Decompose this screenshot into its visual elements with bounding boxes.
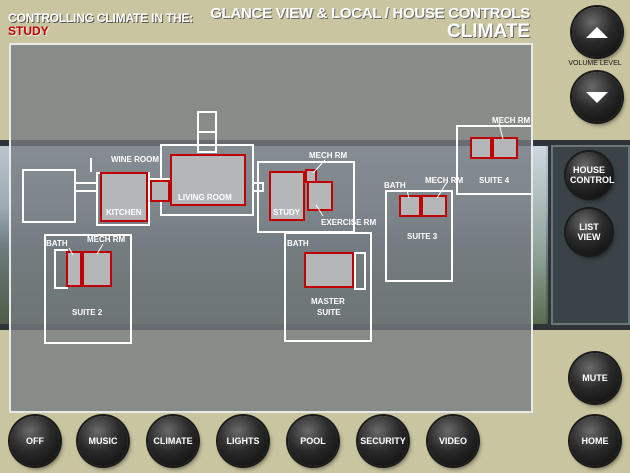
exercise-room[interactable] [307,181,333,211]
volume-down-button[interactable] [572,72,622,122]
home-label: HOME [581,436,609,446]
corridor-1 [74,182,98,192]
suite4-bath-room[interactable] [470,137,492,159]
volume-level-label: VOLUME LEVEL [568,60,622,67]
controlling-label: CONTROLLING CLIMATE IN THE: [8,11,194,25]
mute-label: MUTE [582,373,608,383]
label-master-line1: MASTER [311,297,345,306]
nav-music-button[interactable]: MUSIC [78,416,128,466]
volume-up-button[interactable] [572,7,622,57]
label-study: STUDY [273,208,301,217]
suite3-bath-room[interactable] [399,195,421,217]
nav-lights-button[interactable]: LIGHTS [218,416,268,466]
suite2-mech-room[interactable] [82,251,112,287]
nav-video-button[interactable]: VIDEO [428,416,478,466]
label-bath-master: BATH [287,239,309,248]
list-view-label: LIST VIEW [577,222,601,242]
label-mech-rm-study: MECH RM [309,151,348,160]
label-bath-suite3: BATH [384,181,406,190]
label-kitchen: KITCHEN [106,208,142,217]
entry-room[interactable] [22,169,76,223]
nav-music-label: MUSIC [88,436,118,446]
label-bath-suite2: BATH [46,239,68,248]
house-control-button[interactable]: HOUSE CONTROL [566,152,615,198]
nav-lights-label: LIGHTS [226,436,260,446]
label-suite3: SUITE 3 [407,232,438,241]
page-title: CLIMATE [446,21,530,42]
nav-security-button[interactable]: SECURITY [358,416,408,466]
arrow-up-icon [586,26,608,38]
tower-bottom [197,131,217,153]
nav-security-label: SECURITY [360,436,406,446]
floor-plan-panel: WINE ROOM KITCHEN LIVING ROOM STUDY MECH… [9,43,534,413]
nav-off-label: OFF [26,436,44,446]
master-suite-room[interactable] [304,252,354,288]
suite2-bath-outline [54,249,68,289]
wine-room[interactable] [150,180,170,202]
label-suite4: SUITE 4 [479,176,510,185]
suite4-mech-room[interactable] [492,137,518,159]
house-control-label: HOUSE CONTROL [570,165,615,185]
suite2-bath-room[interactable] [66,251,82,287]
arrow-down-icon [586,91,608,103]
nav-video-label: VIDEO [438,436,467,446]
nav-climate-button[interactable]: CLIMATE [148,416,198,466]
current-room-label: STUDY [8,24,49,38]
view-title: GLANCE VIEW & LOCAL / HOUSE CONTROLS [210,5,530,22]
nav-pool-button[interactable]: POOL [288,416,338,466]
nav-pool-label: POOL [300,436,326,446]
label-suite2: SUITE 2 [72,308,103,317]
master-bath-outline [354,252,366,290]
list-view-button[interactable]: LIST VIEW [566,209,612,255]
tower-top [197,111,217,133]
nav-off-button[interactable]: OFF [10,416,60,466]
floor-plan: WINE ROOM KITCHEN LIVING ROOM STUDY MECH… [22,111,534,344]
nav-climate-label: CLIMATE [153,436,193,446]
label-mech-rm-suite2: MECH RM [87,235,126,244]
mute-button[interactable]: MUTE [570,353,620,403]
label-mech-rm-suite3: MECH RM [425,176,464,185]
label-exercise-rm: EXERCISE RM [321,218,376,227]
label-living-room: LIVING ROOM [178,193,232,202]
home-button[interactable]: HOME [570,416,620,466]
label-master-line2: SUITE [317,308,341,317]
label-mech-rm-suite4: MECH RM [492,116,531,125]
suite3-mech-room[interactable] [421,195,447,217]
label-wine-room: WINE ROOM [111,155,159,164]
